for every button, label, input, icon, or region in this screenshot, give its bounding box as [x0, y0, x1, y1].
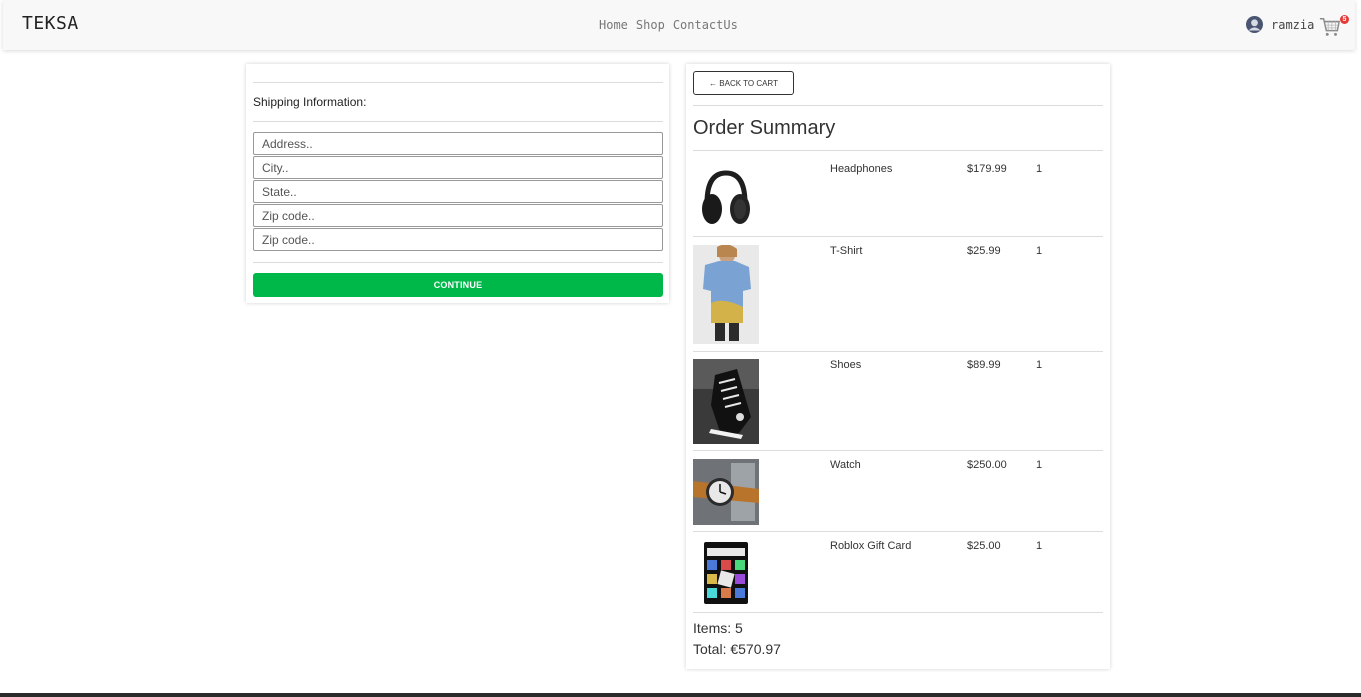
headphones-image [693, 163, 759, 231]
shipping-form-card: Shipping Information: CONTINUE [246, 64, 669, 303]
nav-home-link[interactable]: Home [599, 18, 628, 32]
order-item-row: Watch $250.00 1 [693, 459, 1103, 525]
items-count: Items: 5 [693, 620, 743, 636]
divider [693, 450, 1103, 451]
user-avatar-icon [1246, 16, 1263, 33]
item-quantity: 1 [1036, 359, 1043, 371]
nav-links: Home Shop ContactUs [599, 18, 738, 32]
tshirt-image [693, 245, 759, 344]
order-item-row: Headphones $179.99 1 [693, 163, 1103, 237]
address-input[interactable] [253, 132, 663, 155]
order-total: Total: €570.97 [693, 641, 781, 657]
cart-count-badge: 5 [1340, 15, 1349, 24]
divider [693, 236, 1103, 237]
nav-shop-link[interactable]: Shop [636, 18, 665, 32]
item-quantity: 1 [1036, 245, 1043, 257]
brand-logo[interactable]: TEKSA [22, 13, 79, 34]
zip-code-input[interactable] [253, 204, 663, 227]
roblox-gift-card-image [693, 540, 759, 606]
username: ramzia [1271, 17, 1315, 32]
bottom-edge-bar [0, 693, 1361, 697]
cart-icon[interactable] [1319, 16, 1341, 38]
order-item-row: T-Shirt $25.99 1 [693, 245, 1103, 345]
divider [693, 150, 1103, 151]
item-price: $179.99 [967, 163, 1007, 175]
divider [253, 82, 663, 83]
item-name: Roblox Gift Card [830, 540, 912, 552]
item-price: $89.99 [967, 359, 1001, 371]
continue-button[interactable]: CONTINUE [253, 273, 663, 297]
divider [253, 262, 663, 263]
watch-image [693, 459, 759, 525]
divider [693, 351, 1103, 352]
city-input[interactable] [253, 156, 663, 179]
back-to-cart-button[interactable]: ← BACK TO CART [693, 71, 794, 95]
shoes-image [693, 359, 759, 444]
item-name: Watch [830, 459, 861, 471]
item-price: $25.99 [967, 245, 1001, 257]
order-item-row: Shoes $89.99 1 [693, 359, 1103, 445]
divider [693, 612, 1103, 613]
order-summary-title: Order Summary [693, 117, 836, 139]
item-name: T-Shirt [830, 245, 863, 257]
item-quantity: 1 [1036, 540, 1043, 552]
divider [693, 531, 1103, 532]
divider [253, 121, 663, 122]
order-summary-card: ← BACK TO CART Order Summary Headphones … [686, 64, 1110, 669]
item-price: $250.00 [967, 459, 1007, 471]
state-input[interactable] [253, 180, 663, 203]
nav-contact-link[interactable]: ContactUs [673, 18, 738, 32]
item-name: Shoes [830, 359, 862, 371]
item-price: $25.00 [967, 540, 1001, 552]
item-quantity: 1 [1036, 459, 1043, 471]
user-menu[interactable]: ramzia [1246, 16, 1314, 33]
navbar: TEKSA Home Shop ContactUs ramzia [3, 0, 1355, 50]
item-quantity: 1 [1036, 163, 1043, 175]
shipping-title: Shipping Information: [253, 95, 367, 109]
item-name: Headphones [830, 163, 893, 175]
divider [693, 105, 1103, 106]
order-item-row: Roblox Gift Card $25.00 1 [693, 540, 1103, 606]
zip-code-input-2[interactable] [253, 228, 663, 251]
